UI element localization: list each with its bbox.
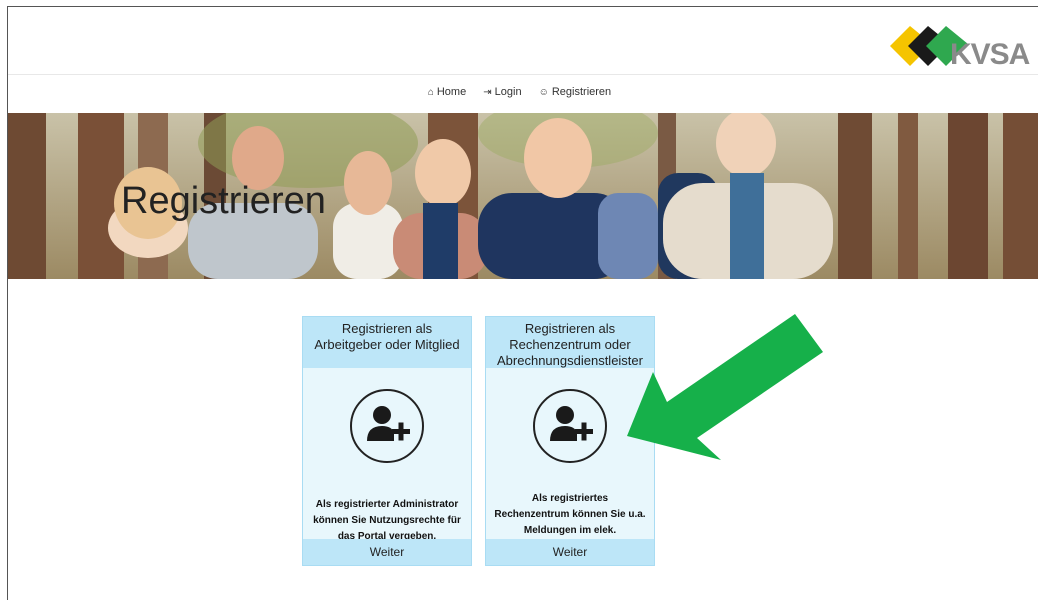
user-add-icon: [350, 389, 424, 463]
register-employer-card[interactable]: Registrieren als Arbeitgeber oder Mitgli…: [302, 316, 472, 566]
nav-home-label: Home: [436, 86, 467, 98]
nav-register-label: Registrieren: [551, 86, 612, 98]
register-icon: ☺: [538, 87, 549, 98]
user-add-icon: [533, 389, 607, 463]
logo-text: KVSA: [950, 38, 1030, 71]
card-continue-button[interactable]: Weiter: [486, 539, 654, 565]
card-continue-button[interactable]: Weiter: [303, 539, 471, 565]
page-title: Registrieren: [121, 180, 326, 222]
nav-login-link[interactable]: ⇥ Login: [483, 86, 521, 98]
nav-home-link[interactable]: ⌂ Home: [428, 86, 466, 98]
home-icon: ⌂: [427, 87, 434, 98]
card-header: Registrieren als Arbeitgeber oder Mitgli…: [303, 317, 471, 368]
login-icon: ⇥: [483, 87, 492, 98]
card-description: Als registrierter Administrator können S…: [313, 499, 461, 542]
nav-register-link[interactable]: ☺ Registrieren: [539, 86, 612, 98]
green-arrow-icon: [627, 314, 823, 460]
nav-divider: [8, 74, 1038, 75]
nav-login-label: Login: [494, 86, 522, 98]
top-nav: ⌂ Home ⇥ Login ☺ Registrieren: [0, 86, 1039, 98]
